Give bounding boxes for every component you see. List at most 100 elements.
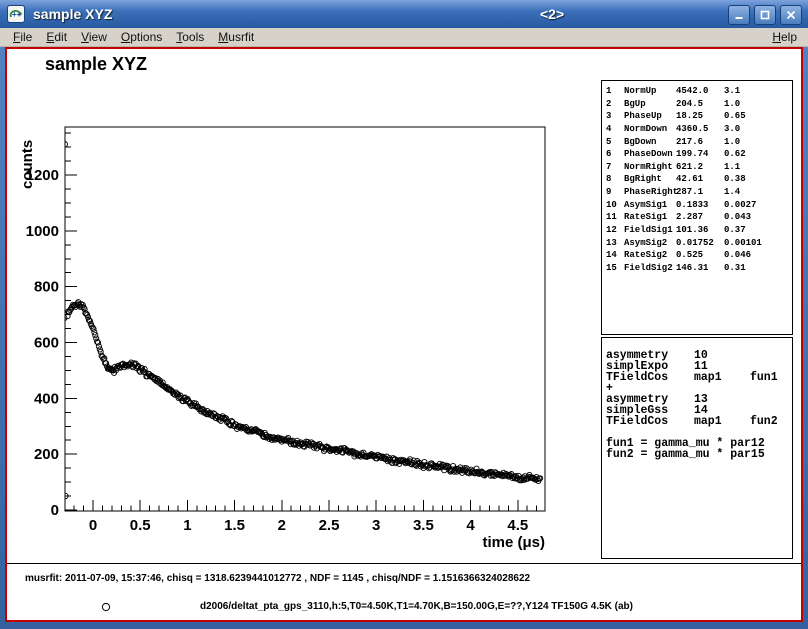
- legend-open-circle-icon: [101, 602, 111, 612]
- p-name: RateSig2: [624, 249, 667, 262]
- p-val: 287.1: [676, 186, 703, 199]
- svg-text:1.5: 1.5: [224, 517, 245, 534]
- menu-options[interactable]: Options: [114, 30, 169, 44]
- window-controls: [728, 5, 802, 25]
- p-err: 0.046: [724, 249, 751, 262]
- p-no: 1: [606, 85, 611, 98]
- svg-text:4: 4: [466, 517, 475, 534]
- minimize-icon: [733, 9, 745, 21]
- theory-line: TFieldCosmap1fun1: [602, 372, 792, 383]
- data-points: [61, 142, 542, 499]
- p-no: 13: [606, 237, 617, 250]
- p-val: 4542.0: [676, 85, 708, 98]
- window-title: sample XYZ: [33, 0, 112, 28]
- p-err: 0.62: [724, 148, 746, 161]
- titlebar[interactable]: ++ sample XYZ <2>: [0, 0, 808, 28]
- p-no: 4: [606, 123, 611, 136]
- p-name: NormUp: [624, 85, 656, 98]
- minimize-button[interactable]: [728, 5, 750, 25]
- svg-text:0: 0: [89, 517, 97, 534]
- plot-frame: [65, 127, 545, 511]
- svg-text:800: 800: [34, 279, 59, 296]
- p-err: 0.0027: [724, 199, 756, 212]
- svg-text:4.5: 4.5: [507, 517, 528, 534]
- p-no: 7: [606, 161, 611, 174]
- p-name: NormRight: [624, 161, 673, 174]
- root-canvas[interactable]: sample XYZ counts time (μs) 00.511.522.5…: [5, 47, 803, 622]
- p-name: AsymSig2: [624, 237, 667, 250]
- t-3: fun2: [750, 416, 778, 427]
- root-app-icon: ++: [7, 5, 25, 23]
- legend: d2006/deltat_pta_gps_3110,h:5,T0=4.50K,T…: [7, 600, 801, 616]
- svg-text:3.5: 3.5: [413, 517, 434, 534]
- p-val: 4360.5: [676, 123, 708, 136]
- t-2: map1: [694, 372, 722, 383]
- plot-svg[interactable]: 00.511.522.533.544.502004006008001000120…: [7, 49, 597, 562]
- parameter-row: 7NormRight621.21.1: [602, 161, 792, 174]
- p-name: PhaseDown: [624, 148, 673, 161]
- p-no: 15: [606, 262, 617, 275]
- fit-status-line: musrfit: 2011-07-09, 15:37:46, chisq = 1…: [25, 573, 530, 584]
- theory-box: asymmetry10simplExpo11TFieldCosmap1fun1+…: [601, 337, 793, 559]
- menu-help[interactable]: Help: [765, 30, 804, 44]
- p-name: AsymSig1: [624, 199, 667, 212]
- parameter-row: 3PhaseUp18.250.65: [602, 110, 792, 123]
- p-name: BgRight: [624, 173, 662, 186]
- menu-tools[interactable]: Tools: [169, 30, 211, 44]
- p-name: BgUp: [624, 98, 646, 111]
- theory-functions: fun1 = gamma_mu * par12fun2 = gamma_mu *…: [602, 438, 792, 460]
- p-val: 2.287: [676, 211, 703, 224]
- parameter-row: 1NormUp4542.03.1: [602, 85, 792, 98]
- p-no: 8: [606, 173, 611, 186]
- function-text: fun2 = gamma_mu * par15: [606, 449, 765, 460]
- menu-edit[interactable]: Edit: [39, 30, 74, 44]
- maximize-icon: [759, 9, 771, 21]
- svg-text:++: ++: [12, 10, 22, 19]
- p-val: 42.61: [676, 173, 703, 186]
- p-no: 12: [606, 224, 617, 237]
- menu-view[interactable]: View: [74, 30, 114, 44]
- p-err: 0.38: [724, 173, 746, 186]
- svg-text:0: 0: [51, 502, 59, 519]
- svg-text:1200: 1200: [26, 167, 59, 184]
- p-no: 6: [606, 148, 611, 161]
- theory-line: TFieldCosmap1fun2: [602, 416, 792, 427]
- parameter-box: 1NormUp4542.03.12BgUp204.51.03PhaseUp18.…: [601, 80, 793, 335]
- menu-musrfit[interactable]: Musrfit: [211, 30, 261, 44]
- p-val: 0.525: [676, 249, 703, 262]
- svg-text:2: 2: [278, 517, 286, 534]
- p-err: 1.0: [724, 136, 740, 149]
- p-no: 14: [606, 249, 617, 262]
- close-button[interactable]: [780, 5, 802, 25]
- p-err: 0.00101: [724, 237, 762, 250]
- parameter-row: 4NormDown4360.53.0: [602, 123, 792, 136]
- maximize-button[interactable]: [754, 5, 776, 25]
- svg-text:200: 200: [34, 446, 59, 463]
- menu-file[interactable]: File: [6, 30, 39, 44]
- p-err: 0.043: [724, 211, 751, 224]
- p-val: 199.74: [676, 148, 708, 161]
- p-val: 0.1833: [676, 199, 708, 212]
- p-no: 3: [606, 110, 611, 123]
- p-name: NormDown: [624, 123, 667, 136]
- parameter-row: 6 PhaseDown199.74 0.62: [602, 148, 792, 161]
- p-no: 5: [606, 136, 611, 149]
- svg-text:3: 3: [372, 517, 380, 534]
- close-icon: [785, 9, 797, 21]
- t-2: map1: [694, 416, 722, 427]
- p-no: 9: [606, 186, 611, 199]
- p-name: FieldSig2: [624, 262, 673, 275]
- menubar: FileEditViewOptionsToolsMusrfit Help: [0, 28, 808, 47]
- p-val: 204.5: [676, 98, 703, 111]
- legend-entry: d2006/deltat_pta_gps_3110,h:5,T0=4.50K,T…: [200, 601, 633, 612]
- y-axis: [65, 133, 77, 510]
- svg-text:400: 400: [34, 390, 59, 407]
- window-tab-indicator: <2>: [540, 0, 564, 28]
- p-name: RateSig1: [624, 211, 667, 224]
- x-axis: [74, 500, 537, 511]
- p-name: PhaseRight: [624, 186, 678, 199]
- p-err: 0.65: [724, 110, 746, 123]
- function-line: fun2 = gamma_mu * par15: [602, 449, 792, 460]
- parameter-row: 8 BgRight 42.61 0.38: [602, 173, 792, 186]
- parameter-row: 14 RateSig2 0.525 0.046: [602, 249, 792, 262]
